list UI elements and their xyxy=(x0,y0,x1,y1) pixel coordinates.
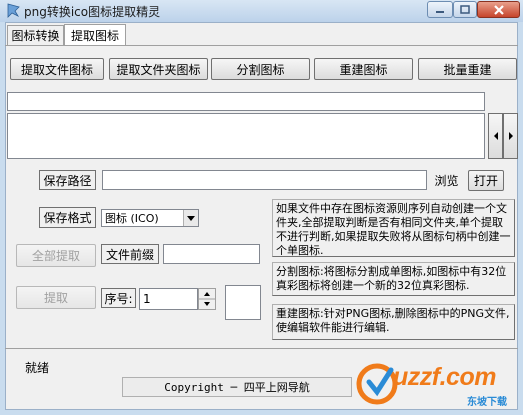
maximize-icon xyxy=(460,4,470,14)
close-button[interactable] xyxy=(477,1,520,18)
arrow-right-icon xyxy=(508,132,513,140)
rebuild-note: 重建图标:针对PNG图标,删除图标中的PNG文件,使编辑软件能进行编辑. xyxy=(272,304,515,340)
minimize-button[interactable] xyxy=(427,1,453,18)
save-format-label: 保存格式 xyxy=(39,207,96,228)
file-prefix-label: 文件前缀 xyxy=(101,244,159,264)
icon-preview-area[interactable] xyxy=(7,113,485,159)
save-path-input[interactable] xyxy=(102,170,427,190)
browse-button[interactable]: 浏览 xyxy=(430,170,463,191)
icon-thumbnail xyxy=(225,285,261,320)
save-path-label: 保存路径 xyxy=(39,170,96,190)
extract-file-icon-button[interactable]: 提取文件图标 xyxy=(10,58,104,80)
spin-arrows-icon xyxy=(199,292,215,306)
arrow-left-icon xyxy=(493,132,498,140)
tab-extract-icon[interactable]: 提取图标 xyxy=(64,24,126,46)
tab-icon-convert[interactable]: 图标转换 xyxy=(7,25,64,45)
copyright-label: Copyright ─ 四平上网导航 xyxy=(122,377,352,397)
index-input[interactable]: 1 xyxy=(139,288,198,310)
watermark-subtext: 东坡下载 xyxy=(467,397,507,408)
status-divider xyxy=(5,348,518,349)
extract-button[interactable]: 提取 xyxy=(16,286,96,309)
scroll-left-button[interactable] xyxy=(488,113,503,159)
site-watermark: uzzf.com 东坡下载 xyxy=(355,358,521,412)
scroll-right-button[interactable] xyxy=(503,113,518,159)
save-format-dropdown-button[interactable] xyxy=(183,210,198,226)
close-icon xyxy=(493,4,504,15)
save-format-value: 图标 (ICO) xyxy=(105,212,159,225)
maximize-button[interactable] xyxy=(453,1,477,18)
extract-note: 如果文件中存在图标资源则序列自动创建一个文件夹,全部提取判断是否有相同文件夹,单… xyxy=(272,199,515,257)
split-note: 分割图标:将图标分割成单图标,如图标中有32位真彩图标将创建一个新的32位真彩图… xyxy=(272,262,515,296)
index-value: 1 xyxy=(143,292,151,306)
index-label: 序号: xyxy=(101,288,136,308)
minimize-icon xyxy=(436,10,444,13)
app-icon xyxy=(6,3,21,18)
file-prefix-input[interactable] xyxy=(163,244,260,264)
watermark-text: uzzf.com xyxy=(393,363,496,391)
open-button[interactable]: 打开 xyxy=(468,170,504,191)
extract-folder-icon-button[interactable]: 提取文件夹图标 xyxy=(109,58,208,80)
index-spinner[interactable] xyxy=(198,288,216,310)
chevron-down-icon xyxy=(187,215,195,221)
tab-divider xyxy=(5,45,518,46)
window-title: png转换ico图标提取精灵 xyxy=(24,5,161,19)
rebuild-icon-button[interactable]: 重建图标 xyxy=(314,58,413,80)
source-file-field[interactable] xyxy=(7,92,485,111)
split-icon-button[interactable]: 分割图标 xyxy=(211,58,310,80)
status-text: 就绪 xyxy=(25,361,50,375)
batch-rebuild-button[interactable]: 批量重建 xyxy=(418,58,517,80)
extract-all-button[interactable]: 全部提取 xyxy=(16,244,96,267)
